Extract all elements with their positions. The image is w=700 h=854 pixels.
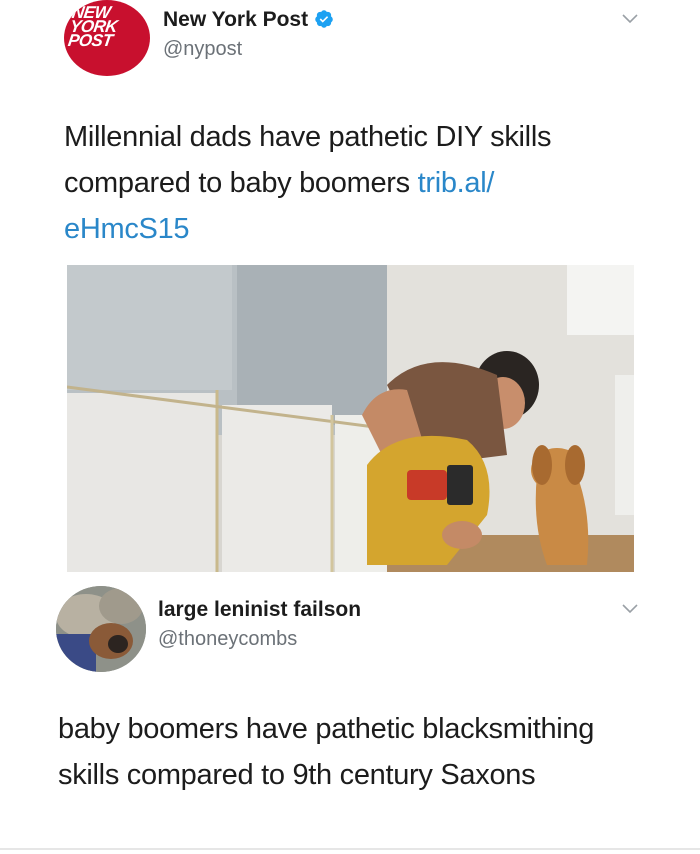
reply-tweet-text: baby boomers have pathetic blacksmithing… [58, 713, 595, 791]
user-avatar-photo [56, 586, 146, 672]
tweet-nypost[interactable]: NEW YORK POST New York Post @nypost Millen… [0, 0, 700, 582]
divider [0, 848, 700, 850]
chevron-down-icon[interactable] [622, 14, 638, 24]
link-part-2: eHmcS15 [64, 213, 190, 245]
nypost-logo: NEW YORK POST [66, 3, 119, 50]
author-display-name[interactable]: New York Post [163, 8, 334, 32]
tweet-photo[interactable] [67, 265, 634, 572]
tweet-text: Millennial dads have pathetic DIY skills… [64, 114, 644, 252]
author-handle[interactable]: @nypost [163, 38, 242, 61]
nypost-avatar[interactable]: NEW YORK POST [64, 0, 150, 76]
man-with-drill-and-dog-photo [67, 265, 634, 572]
author-name-text: New York Post [163, 8, 309, 31]
chevron-down-icon[interactable] [622, 604, 638, 614]
reply-author-handle[interactable]: @thoneycombs [158, 628, 297, 651]
verified-badge-icon [315, 10, 333, 28]
user-avatar[interactable] [56, 586, 146, 672]
link-part-1: trib.al/ [417, 167, 495, 199]
reply-author-display-name[interactable]: large leninist failson [158, 598, 361, 622]
